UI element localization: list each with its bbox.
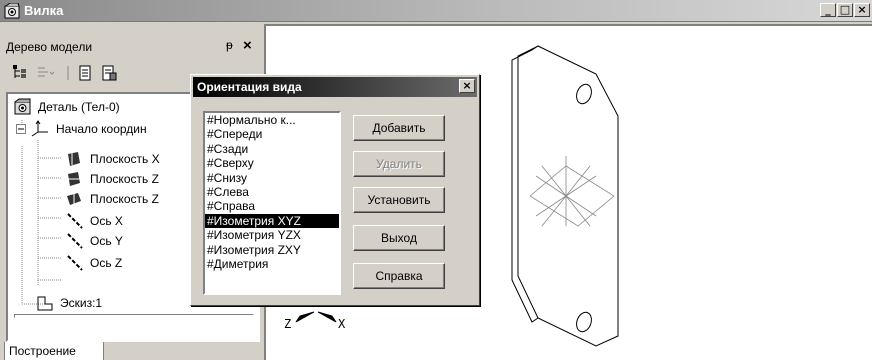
- tree-item-label: Деталь (Тел-0): [38, 100, 120, 114]
- close-window-button[interactable]: ×: [854, 3, 870, 17]
- list-item[interactable]: #Нормально к...: [205, 113, 339, 127]
- axis-icon: [67, 233, 83, 249]
- tree-item-label: Плоскость Z: [90, 172, 159, 186]
- pin-icon[interactable]: ᵽ: [226, 38, 233, 52]
- set-button[interactable]: Установить: [353, 187, 445, 213]
- axis-triad: [295, 311, 337, 323]
- add-button[interactable]: Добавить: [353, 115, 445, 141]
- plane-icon: [67, 193, 81, 205]
- list-item[interactable]: #Слева: [205, 185, 339, 199]
- list-item[interactable]: #Диметрия: [205, 257, 339, 271]
- hole-bottom: [576, 311, 592, 333]
- axis-icon: [67, 213, 83, 229]
- exit-button[interactable]: Выход: [353, 225, 445, 251]
- list-item[interactable]: #Сверху: [205, 156, 339, 170]
- list-item[interactable]: #Изометрия YZX: [205, 228, 339, 242]
- tree-item-label: Плоскость Z: [90, 192, 159, 206]
- dialog-title: Ориентация вида: [197, 80, 302, 94]
- orientation-list[interactable]: #Нормально к... #Спереди #Сзади #Сверху …: [203, 111, 341, 295]
- tree-hscrollbar[interactable]: [14, 314, 254, 318]
- tree-item-label: Ось Z: [90, 256, 123, 270]
- axis-icon: [67, 255, 83, 271]
- dialog-titlebar: Ориентация вида ×: [193, 77, 477, 97]
- list-item-selected[interactable]: #Изометрия XYZ: [205, 213, 339, 229]
- collapse-icon[interactable]: [16, 124, 26, 134]
- list-item[interactable]: #Спереди: [205, 127, 339, 141]
- document-properties-icon[interactable]: [100, 64, 118, 82]
- app-icon: [4, 3, 20, 19]
- tab-construction[interactable]: Построение: [4, 342, 104, 360]
- plate-outline: [517, 45, 619, 347]
- window-title: Вилка: [24, 3, 64, 18]
- tree-item-label: Ось Y: [90, 234, 123, 248]
- window-titlebar: Вилка _ □ ×: [0, 0, 872, 22]
- tree-item-label: Эскиз:1: [60, 296, 103, 310]
- help-button[interactable]: Справка: [353, 263, 445, 289]
- part-icon: [14, 98, 31, 115]
- list-item[interactable]: #Справа: [205, 199, 339, 213]
- tree-item-label: Начало координ: [56, 122, 147, 136]
- sketch-icon: [37, 296, 53, 311]
- delete-button[interactable]: Удалить: [353, 151, 445, 177]
- view-orientation-dialog: Ориентация вида × #Нормально к... #Спере…: [190, 74, 480, 306]
- tree-item-label: Плоскость X: [90, 152, 160, 166]
- tree-item-label: Ось X: [90, 214, 123, 228]
- hole-top: [576, 83, 592, 105]
- list-item[interactable]: #Снизу: [205, 171, 339, 185]
- plane-icon: [68, 152, 80, 166]
- axis-x-label: X: [338, 317, 346, 331]
- panel-header: Дерево модели ᵽ ×: [4, 37, 262, 56]
- tree-view-mode-icon[interactable]: [36, 64, 54, 82]
- plane-icon: [68, 172, 80, 186]
- tree-structure-icon[interactable]: [12, 64, 30, 82]
- maximize-button[interactable]: □: [837, 3, 853, 17]
- origin-planes: [529, 156, 615, 227]
- panel-close-button[interactable]: ×: [243, 37, 252, 54]
- minimize-button[interactable]: _: [820, 3, 836, 17]
- panel-tabs: Построение: [4, 342, 262, 360]
- dialog-close-button[interactable]: ×: [459, 79, 475, 93]
- list-item[interactable]: #Сзади: [205, 142, 339, 156]
- document-icon[interactable]: [76, 64, 94, 82]
- list-item[interactable]: #Изометрия ZXY: [205, 243, 339, 257]
- panel-title: Дерево модели: [6, 40, 93, 54]
- axis-z-label: Z: [284, 317, 291, 331]
- plate-edge: [511, 45, 539, 323]
- origin-axes-icon: [31, 120, 48, 137]
